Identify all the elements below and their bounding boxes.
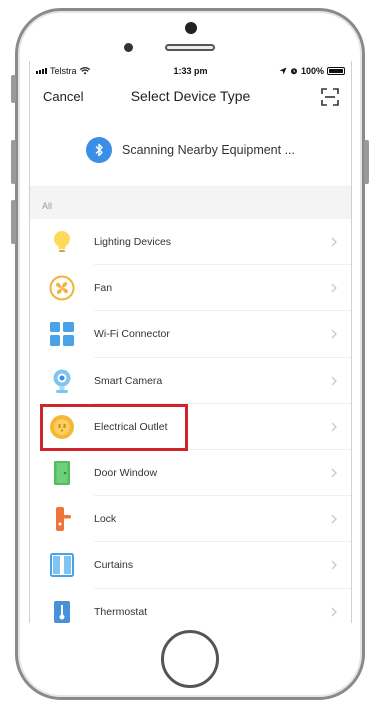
chevron-right-icon (331, 468, 337, 478)
device-label: Lock (94, 513, 117, 526)
device-item-door-window[interactable]: Door Window (30, 450, 351, 497)
battery-fill (329, 69, 343, 73)
navigation-bar: Cancel Select Device Type (30, 81, 351, 113)
door-sensor-icon (49, 460, 75, 486)
chevron-right-icon (331, 237, 337, 247)
device-label: Curtains (94, 559, 134, 572)
bluetooth-icon (85, 136, 112, 163)
chevron-right-icon (331, 560, 337, 570)
volume-up-button (11, 140, 16, 184)
alarm-icon (290, 68, 297, 75)
earpiece-speaker (165, 44, 215, 51)
scanning-banner: Scanning Nearby Equipment ... (30, 113, 351, 187)
location-arrow-icon (279, 67, 287, 75)
curtain-icon (49, 552, 75, 578)
device-label: Fan (94, 282, 113, 295)
device-item-lighting[interactable]: Lighting Devices (30, 219, 351, 266)
chevron-right-icon (331, 607, 337, 617)
chevron-right-icon (331, 330, 337, 339)
silent-switch (11, 75, 16, 103)
scanning-text: Scanning Nearby Equipment ... (121, 142, 296, 157)
device-label: Electrical Outlet (94, 420, 168, 433)
status-bar: Telstra 1:33 pm 100% (30, 61, 351, 81)
camera-icon (49, 368, 75, 394)
app-screen: Telstra 1:33 pm 100% Cancel Select Devic… (29, 61, 352, 623)
thermostat-icon (49, 599, 75, 623)
wifi-connector-icon (49, 321, 75, 347)
outlet-icon (49, 414, 75, 440)
home-button[interactable] (161, 630, 219, 688)
front-camera (124, 43, 133, 52)
volume-down-button (11, 200, 16, 244)
device-label: Thermostat (94, 605, 148, 618)
chevron-right-icon (331, 422, 337, 432)
chevron-right-icon (331, 514, 337, 524)
section-header-all: All (30, 187, 351, 219)
chevron-right-icon (331, 283, 337, 293)
device-item-thermostat[interactable]: Thermostat (30, 589, 351, 624)
device-item-wifi-connector[interactable]: Wi-Fi Connector (30, 311, 351, 358)
device-label: Lighting Devices (94, 236, 172, 249)
power-button (364, 140, 369, 184)
device-type-list: Lighting Devices Fan Wi-Fi Connector Sma… (30, 219, 351, 623)
scan-frame-icon[interactable] (321, 88, 339, 106)
device-item-fan[interactable]: Fan (30, 265, 351, 312)
device-label: Smart Camera (94, 374, 163, 387)
battery-percent: 100% (300, 66, 324, 76)
device-item-lock[interactable]: Lock (30, 496, 351, 543)
device-item-curtains[interactable]: Curtains (30, 542, 351, 589)
page-title: Select Device Type (130, 88, 251, 104)
proximity-sensor (185, 22, 197, 34)
device-label: Door Window (94, 467, 158, 480)
device-label: Wi-Fi Connector (94, 328, 170, 341)
device-item-smart-camera[interactable]: Smart Camera (30, 358, 351, 404)
chevron-right-icon (331, 376, 337, 386)
status-right: 100% (279, 66, 345, 76)
lock-icon (49, 506, 75, 532)
battery-icon (327, 67, 345, 75)
fan-icon (49, 275, 75, 301)
device-item-electrical-outlet[interactable]: Electrical Outlet (30, 404, 351, 451)
lightbulb-icon (49, 229, 75, 255)
